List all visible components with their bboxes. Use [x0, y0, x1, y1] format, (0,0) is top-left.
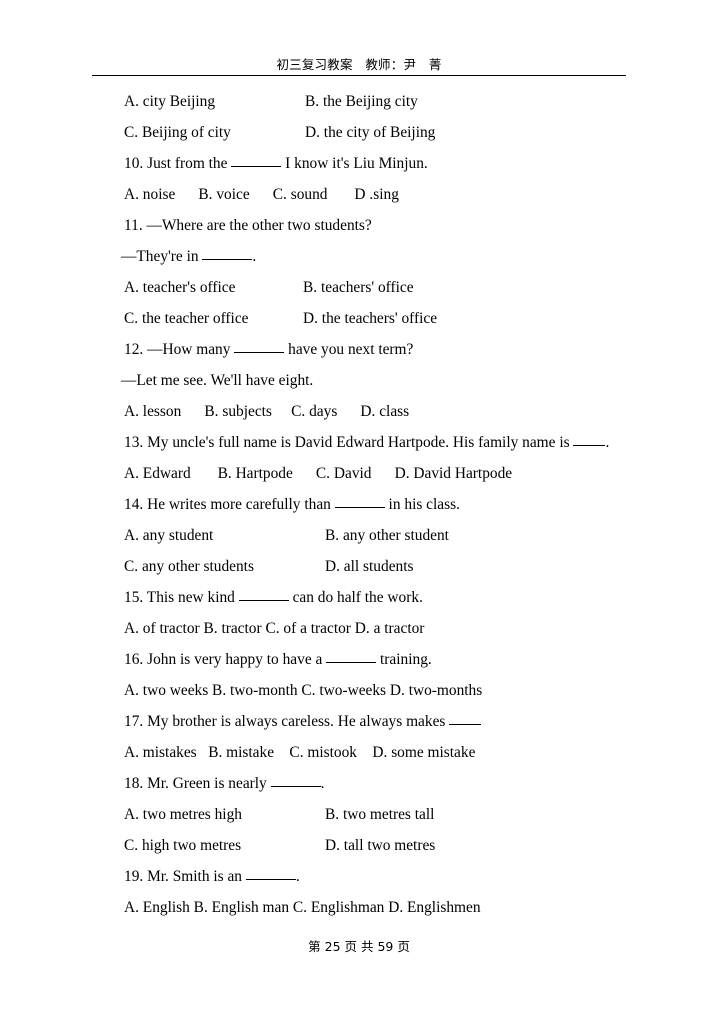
- options-row: A. of tractor B. tractor C. of a tractor…: [124, 620, 425, 637]
- fill-blank: [245, 879, 296, 880]
- question-text-pre: 16. John is very happy to have a: [124, 651, 327, 668]
- fill-blank: [270, 786, 321, 787]
- options-row: A. mistakes B. mistake C. mistook D. som…: [124, 744, 476, 761]
- question-text-post: can do half the work.: [288, 589, 423, 606]
- option-line: A. two weeks B. two-month C. two-weeks D…: [0, 675, 718, 706]
- fill-blank: [231, 166, 282, 167]
- question-text: 14. He writes more carefully than in his…: [124, 489, 460, 520]
- question-line-12: 12. —How many have you next term?: [0, 334, 718, 365]
- page-number-label: 第 25 页 共 59 页: [308, 939, 410, 954]
- question-line-15: 15. This new kind can do half the work.: [0, 582, 718, 613]
- question-text: 10. Just from the I know it's Liu Minjun…: [124, 148, 428, 179]
- question-text: 19. Mr. Smith is an .: [124, 861, 300, 892]
- question-line-18: 18. Mr. Green is nearly .: [0, 768, 718, 799]
- question-text-pre: 19. Mr. Smith is an: [124, 868, 246, 885]
- question-text: 13. My uncle's full name is David Edward…: [124, 427, 609, 458]
- question-text-post: .: [320, 775, 325, 792]
- options-row: A. Edward B. Hartpode C. David D. David …: [124, 465, 513, 482]
- question-text-pre: 17. My brother is always careless. He al…: [124, 713, 450, 730]
- fill-blank: [573, 445, 606, 446]
- option-d-text: D. the teachers' office: [303, 310, 438, 327]
- question-line-17: 17. My brother is always careless. He al…: [0, 706, 718, 737]
- option-d-text: D. the city of Beijing: [305, 124, 436, 141]
- options-row: A. noise B. voice C. sound D .sing: [124, 186, 399, 203]
- answer-text-post: .: [252, 248, 257, 265]
- option-line: C. any other students D. all students: [0, 551, 718, 582]
- question-text: 16. John is very happy to have a trainin…: [124, 644, 432, 675]
- question-line-10: 10. Just from the I know it's Liu Minjun…: [0, 148, 718, 179]
- question-text-pre: 12. —How many: [124, 341, 235, 358]
- question-text-post: .: [295, 868, 300, 885]
- option-line: C. high two metres D. tall two metres: [0, 830, 718, 861]
- header-divider: [92, 75, 626, 76]
- question-text-post: training.: [376, 651, 432, 668]
- option-line: A. English B. English man C. Englishman …: [0, 892, 718, 923]
- option-b-text: B. two metres tall: [325, 806, 435, 823]
- question-line-11: 11. —Where are the other two students?: [0, 210, 718, 241]
- fill-blank: [449, 724, 482, 725]
- option-line: A. teacher's office B. teachers' office: [0, 272, 718, 303]
- question-text-pre: 14. He writes more carefully than: [124, 496, 335, 513]
- document-page: 初三复习教案 教师：尹 菁 A. city Beijing B. the Bei…: [0, 0, 718, 1021]
- question-text: 17. My brother is always careless. He al…: [124, 706, 482, 737]
- answer-text: —Let me see. We'll have eight.: [121, 372, 314, 389]
- question-text-post: in his class.: [384, 496, 460, 513]
- question-text-pre: 10. Just from the: [124, 155, 232, 172]
- options-row: A. English B. English man C. Englishman …: [124, 899, 481, 916]
- option-a-text: A. city Beijing: [124, 93, 216, 110]
- question-text-pre: 15. This new kind: [124, 589, 239, 606]
- option-line: C. Beijing of city D. the city of Beijin…: [0, 117, 718, 148]
- question-line-13: 13. My uncle's full name is David Edward…: [0, 427, 718, 458]
- fill-blank: [326, 662, 377, 663]
- question-line-14: 14. He writes more carefully than in his…: [0, 489, 718, 520]
- question-line-16: 16. John is very happy to have a trainin…: [0, 644, 718, 675]
- question-text-post: have you next term?: [284, 341, 414, 358]
- option-a-text: A. two metres high: [124, 806, 242, 823]
- document-body: A. city Beijing B. the Beijing city C. B…: [0, 86, 718, 923]
- options-row: A. two weeks B. two-month C. two-weeks D…: [124, 682, 483, 699]
- answer-line: —Let me see. We'll have eight.: [0, 365, 718, 396]
- fill-blank: [234, 352, 285, 353]
- question-text: 12. —How many have you next term?: [124, 334, 413, 365]
- option-line: C. the teacher office D. the teachers' o…: [0, 303, 718, 334]
- question-text-pre: 13. My uncle's full name is David Edward…: [124, 434, 574, 451]
- header-title: 初三复习教案 教师：尹 菁: [276, 57, 442, 72]
- option-b-text: B. teachers' office: [303, 279, 414, 296]
- option-b-text: B. any other student: [325, 527, 449, 544]
- option-line: A. noise B. voice C. sound D .sing: [0, 179, 718, 210]
- option-line: A. city Beijing B. the Beijing city: [0, 86, 718, 117]
- option-c-text: C. any other students: [124, 558, 254, 575]
- option-d-text: D. all students: [325, 558, 414, 575]
- answer-text: —They're in .: [121, 241, 256, 272]
- option-d-text: D. tall two metres: [325, 837, 436, 854]
- question-text: 11. —Where are the other two students?: [124, 217, 372, 234]
- option-line: A. of tractor B. tractor C. of a tractor…: [0, 613, 718, 644]
- option-c-text: C. high two metres: [124, 837, 242, 854]
- fill-blank: [202, 259, 253, 260]
- fill-blank: [238, 600, 289, 601]
- page-footer: 第 25 页 共 59 页: [0, 938, 718, 956]
- answer-line: —They're in .: [0, 241, 718, 272]
- question-text-post: .: [605, 434, 610, 451]
- option-c-text: C. Beijing of city: [124, 124, 231, 141]
- option-line: A. any student B. any other student: [0, 520, 718, 551]
- option-a-text: A. teacher's office: [124, 279, 236, 296]
- question-text-post: I know it's Liu Minjun.: [281, 155, 428, 172]
- question-text: 15. This new kind can do half the work.: [124, 582, 423, 613]
- option-c-text: C. the teacher office: [124, 310, 249, 327]
- question-line-19: 19. Mr. Smith is an .: [0, 861, 718, 892]
- option-b-text: B. the Beijing city: [305, 93, 418, 110]
- options-row: A. lesson B. subjects C. days D. class: [124, 403, 410, 420]
- option-line: A. lesson B. subjects C. days D. class: [0, 396, 718, 427]
- option-line: A. Edward B. Hartpode C. David D. David …: [0, 458, 718, 489]
- fill-blank: [334, 507, 385, 508]
- option-line: A. two metres high B. two metres tall: [0, 799, 718, 830]
- question-text: 18. Mr. Green is nearly .: [124, 768, 324, 799]
- answer-text-pre: —They're in: [121, 248, 203, 265]
- option-a-text: A. any student: [124, 527, 214, 544]
- option-line: A. mistakes B. mistake C. mistook D. som…: [0, 737, 718, 768]
- question-text-pre: 18. Mr. Green is nearly: [124, 775, 271, 792]
